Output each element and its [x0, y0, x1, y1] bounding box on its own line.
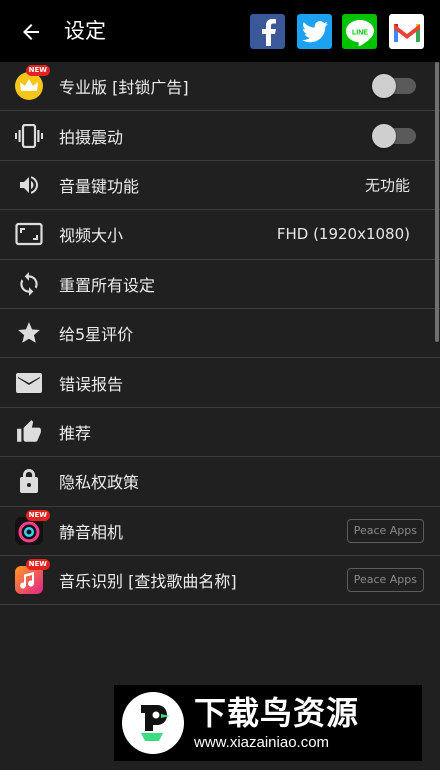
line-icon: LINE: [345, 19, 374, 46]
lock-icon: [14, 466, 44, 496]
settings-item-value: 无功能: [364, 176, 410, 195]
settings-item-privacy[interactable]: 隐私权政策: [0, 457, 440, 507]
facebook-icon: [261, 18, 276, 46]
line-icon-text: LINE: [352, 29, 368, 36]
settings-item-label: 拍摄震动: [59, 127, 124, 147]
settings-item-label: 推荐: [59, 423, 92, 443]
settings-item-label: 给5星评价: [59, 325, 134, 345]
settings-item-volume-key[interactable]: 音量键功能 无功能: [0, 161, 440, 211]
silent-camera-app-icon: NEW: [14, 509, 50, 546]
settings-item-label: 重置所有设定: [59, 275, 156, 295]
settings-item-label: 静音相机: [59, 522, 124, 542]
back-arrow-icon[interactable]: [14, 16, 48, 48]
scrollbar[interactable]: [435, 62, 439, 342]
mail-icon: [14, 368, 44, 398]
gmail-icon: [393, 23, 420, 42]
settings-item-label: 专业版 [封锁广告]: [59, 78, 189, 98]
new-badge: NEW: [25, 559, 50, 571]
settings-item-pro[interactable]: NEW 专业版 [封锁广告]: [0, 62, 440, 112]
toggle-knob: [372, 123, 396, 148]
settings-item-music-id[interactable]: NEW 音乐识别 [查找歌曲名称] Peace Apps: [0, 556, 440, 606]
watermark-url: www.xiazainiao.com: [194, 734, 330, 751]
top-app-bar: 设定 LINE: [0, 0, 440, 62]
settings-item-value: FHD (1920x1080): [276, 225, 410, 244]
watermark-banner: 下载鸟资源 www.xiazainiao.com: [114, 685, 422, 761]
twitter-share-button[interactable]: [297, 14, 332, 49]
settings-item-report[interactable]: 错误报告: [0, 358, 440, 408]
settings-item-vibrate[interactable]: 拍摄震动: [0, 111, 440, 161]
volume-icon: [14, 170, 44, 200]
line-share-button[interactable]: LINE: [342, 14, 377, 49]
page-title: 设定: [64, 19, 106, 43]
new-badge: NEW: [25, 65, 50, 77]
star-icon: [14, 318, 44, 348]
vibration-icon: [14, 121, 44, 151]
settings-item-label: 音量键功能: [59, 176, 140, 196]
peace-apps-button[interactable]: Peace Apps: [346, 568, 424, 593]
thumb-up-icon: [14, 417, 44, 447]
peace-apps-button[interactable]: Peace Apps: [346, 518, 424, 543]
new-badge: NEW: [25, 509, 50, 521]
twitter-icon: [301, 20, 328, 42]
settings-item-rate[interactable]: 给5星评价: [0, 309, 440, 359]
settings-item-label: 视频大小: [59, 226, 124, 246]
gmail-share-button[interactable]: [389, 14, 424, 49]
settings-item-reset[interactable]: 重置所有设定: [0, 260, 440, 309]
pro-toggle[interactable]: [372, 74, 416, 99]
bird-logo-icon: [122, 692, 184, 754]
crown-icon: NEW: [14, 65, 50, 101]
settings-list: NEW 专业版 [封锁广告] 拍摄震动 音量键功能 无功能 视频大小 FHD (…: [0, 62, 440, 606]
music-app-icon: NEW: [14, 559, 50, 595]
watermark-title: 下载鸟资源: [194, 694, 360, 732]
settings-item-label: 错误报告: [59, 374, 124, 394]
vibrate-toggle[interactable]: [372, 123, 416, 148]
toggle-knob: [372, 74, 396, 99]
aspect-ratio-icon: [14, 219, 44, 249]
settings-item-label: 音乐识别 [查找歌曲名称]: [59, 572, 237, 592]
facebook-share-button[interactable]: [250, 14, 285, 49]
settings-item-video-size[interactable]: 视频大小 FHD (1920x1080): [0, 210, 440, 260]
settings-item-label: 隐私权政策: [59, 473, 140, 493]
settings-item-silent-camera[interactable]: NEW 静音相机 Peace Apps: [0, 507, 440, 556]
sync-icon: [14, 269, 44, 299]
settings-item-recommend[interactable]: 推荐: [0, 408, 440, 458]
